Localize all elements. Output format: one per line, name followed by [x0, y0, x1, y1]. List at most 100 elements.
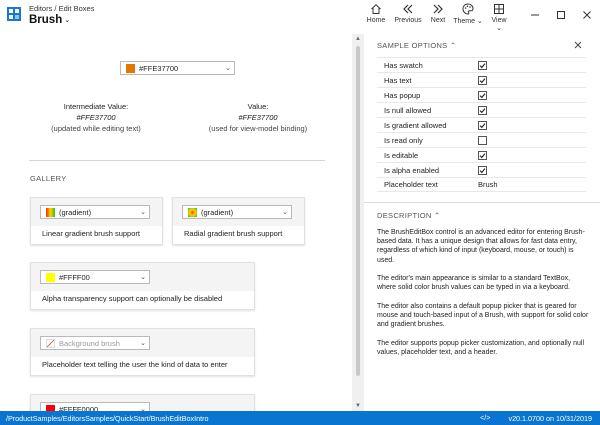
main-content: #FFE37700 ⌄ Intermediate Value: #FFE3770… [0, 34, 352, 411]
option-checkbox[interactable] [478, 150, 487, 160]
option-label: Is gradient allowed [384, 120, 447, 130]
checkmark-icon [479, 107, 486, 113]
description-paragraph: The BrushEditBox control is an advanced … [377, 229, 585, 264]
close-icon [583, 11, 591, 19]
panel-separator [364, 202, 600, 203]
previous-button[interactable]: Previous [393, 3, 423, 24]
description-paragraph: The editor's main appearance is similar … [377, 275, 571, 292]
window-controls [522, 0, 600, 30]
breadcrumb[interactable]: Editors / Edit Boxes [29, 4, 94, 13]
view-button-label: View ⌄ [491, 17, 507, 32]
value-note: (used for view-model binding) [208, 124, 308, 133]
chevron-down-icon[interactable]: ⌄ [222, 64, 234, 72]
scroll-thumb[interactable] [356, 46, 360, 376]
red-brush-box[interactable]: #FFFF0000 ⌄ [40, 402, 150, 411]
page-title[interactable]: Brush ⌄ [29, 14, 70, 26]
option-label: Is read only [384, 135, 423, 145]
status-bar: /ProductSamples/EditorsSamples/QuickStar… [0, 411, 600, 425]
option-checkbox[interactable] [478, 135, 487, 145]
checkmark-icon [479, 122, 486, 128]
brush-edit-box[interactable]: #FFE37700 ⌄ [120, 61, 235, 75]
double-chevron-right-icon [433, 4, 443, 14]
brush-value-text[interactable]: #FFE37700 [139, 64, 222, 73]
theme-button-label: Theme ⌄ [453, 18, 483, 25]
card-caption: Linear gradient brush support [42, 229, 140, 238]
option-checkbox[interactable] [478, 120, 487, 130]
double-chevron-left-icon [403, 4, 413, 14]
value-label: Value: [247, 102, 269, 111]
maximize-button[interactable] [548, 0, 574, 30]
description-header[interactable]: DESCRIPTION ⌃ [377, 211, 441, 220]
chevron-up-icon: ⌃ [433, 211, 441, 220]
minimize-icon [531, 14, 539, 16]
option-row: Is alpha enabled [377, 162, 586, 177]
theme-button[interactable]: Theme ⌄ [453, 3, 483, 25]
alpha-brush-text[interactable]: #FFFF00 [59, 273, 137, 282]
next-button[interactable]: Next [428, 3, 448, 24]
radial-gradient-swatch[interactable] [188, 207, 197, 217]
linear-brush-box[interactable]: (gradient) ⌄ [40, 205, 150, 219]
option-checkbox[interactable] [478, 105, 487, 115]
option-label: Has popup [384, 90, 421, 100]
scroll-up-icon[interactable]: ▲ [355, 36, 361, 42]
scroll-down-icon[interactable]: ▼ [355, 403, 361, 409]
option-checkbox[interactable] [478, 90, 487, 100]
alpha-brush-box[interactable]: #FFFF00 ⌄ [40, 270, 150, 284]
gallery-card-linear: (gradient) ⌄ Linear gradient brush suppo… [30, 197, 163, 245]
palette-icon [462, 3, 474, 15]
close-window-button[interactable] [574, 0, 600, 30]
code-icon[interactable]: </> [480, 413, 490, 422]
checkmark-icon [479, 62, 486, 68]
minimize-button[interactable] [522, 0, 548, 30]
gallery-card-radial: (gradient) ⌄ Radial gradient brush suppo… [172, 197, 305, 245]
card-caption: Placeholder text telling the user the ki… [42, 360, 228, 369]
chevron-down-icon[interactable]: ⌄ [137, 273, 149, 281]
chevron-up-icon: ⌃ [449, 41, 457, 50]
option-row: Is read only [377, 132, 586, 147]
chevron-down-icon[interactable]: ⌄ [137, 208, 149, 216]
option-label: Placeholder text [384, 180, 438, 189]
maximize-icon [557, 11, 565, 19]
empty-swatch-icon[interactable] [46, 338, 55, 348]
color-swatch[interactable] [46, 272, 55, 282]
home-button[interactable]: Home [366, 3, 386, 24]
option-label: Is editable [384, 150, 419, 160]
option-checkbox[interactable] [478, 165, 487, 175]
view-button[interactable]: View ⌄ [488, 3, 510, 32]
placeholder-text[interactable]: Background brush [59, 339, 137, 348]
page-title-text: Brush [29, 14, 63, 26]
sample-path[interactable]: /ProductSamples/EditorsSamples/QuickStar… [6, 414, 209, 423]
option-checkbox[interactable] [478, 75, 487, 85]
placeholder-brush-box[interactable]: Background brush ⌄ [40, 336, 150, 350]
option-row: Has swatch [377, 57, 586, 72]
checkmark-icon [479, 77, 486, 83]
option-label: Has swatch [384, 60, 423, 70]
main-scrollbar[interactable]: ▲ ▼ [352, 34, 364, 411]
option-checkbox[interactable] [478, 60, 487, 70]
gallery-header: GALLERY [30, 174, 67, 183]
sample-options-title: SAMPLE OPTIONS [377, 41, 448, 50]
gallery-card-placeholder: Background brush ⌄ Placeholder text tell… [30, 328, 255, 376]
linear-brush-text[interactable]: (gradient) [59, 208, 137, 217]
next-button-label: Next [430, 17, 446, 24]
close-icon[interactable] [574, 41, 582, 49]
sample-options-header[interactable]: SAMPLE OPTIONS ⌃ [377, 41, 456, 50]
divider [29, 160, 325, 161]
view-grid-icon [494, 4, 504, 14]
chevron-down-icon[interactable]: ⌄ [279, 208, 291, 216]
chevron-down-icon[interactable]: ⌄ [137, 339, 149, 347]
title-bar: Editors / Edit Boxes Brush ⌄ Home Previo… [0, 0, 600, 34]
option-label: Is null allowed [384, 105, 432, 115]
checkmark-icon [479, 167, 486, 173]
option-row: Is editable [377, 147, 586, 162]
radial-brush-box[interactable]: (gradient) ⌄ [182, 205, 292, 219]
color-swatch[interactable] [126, 63, 135, 73]
radial-brush-text[interactable]: (gradient) [201, 208, 279, 217]
placeholder-text-input[interactable]: Brush [478, 180, 498, 189]
checkmark-icon [479, 92, 486, 98]
card-caption: Alpha transparency support can optionall… [42, 294, 223, 303]
description-paragraph: The editor also contains a default popup… [377, 303, 589, 329]
home-icon [371, 4, 381, 14]
linear-gradient-swatch[interactable] [46, 207, 55, 217]
sample-options-panel: SAMPLE OPTIONS ⌃ Has swatch Has text Has p… [364, 34, 600, 411]
